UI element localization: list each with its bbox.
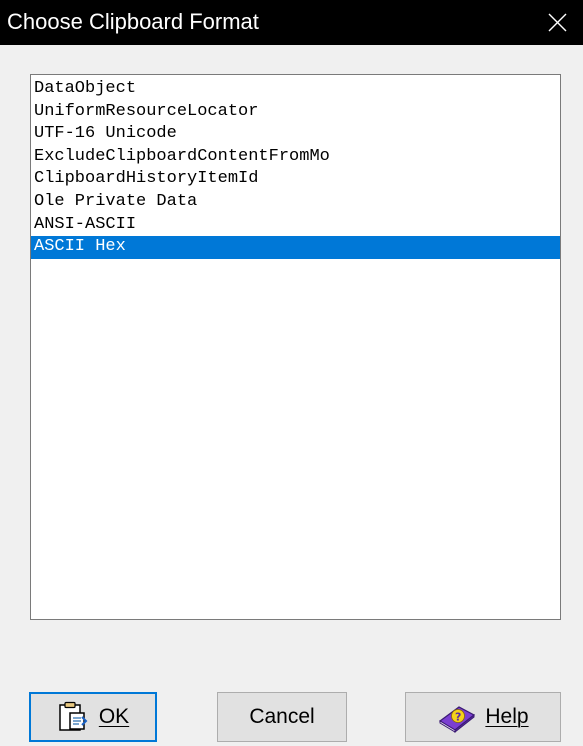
list-item-selected[interactable]: ASCII Hex bbox=[31, 236, 560, 259]
clipboard-format-dialog: Choose Clipboard Format DataObject Unifo… bbox=[0, 0, 583, 746]
help-label: Help bbox=[485, 705, 529, 728]
list-item[interactable]: UniformResourceLocator bbox=[31, 101, 560, 124]
window-title: Choose Clipboard Format bbox=[7, 9, 259, 34]
list-item[interactable]: UTF-16 Unicode bbox=[31, 123, 560, 146]
list-item[interactable]: DataObject bbox=[31, 78, 560, 101]
list-item[interactable]: Ole Private Data bbox=[31, 191, 560, 214]
list-item[interactable]: ClipboardHistoryItemId bbox=[31, 168, 560, 191]
svg-text:?: ? bbox=[455, 711, 461, 724]
format-listbox[interactable]: DataObject UniformResourceLocator UTF-16… bbox=[30, 74, 561, 620]
close-button[interactable] bbox=[531, 0, 583, 45]
list-item[interactable]: ANSI-ASCII bbox=[31, 214, 560, 237]
title-bar[interactable]: Choose Clipboard Format bbox=[0, 0, 583, 45]
ok-button[interactable]: OK bbox=[29, 692, 157, 742]
cancel-label: Cancel bbox=[249, 705, 315, 728]
list-item[interactable]: ExcludeClipboardContentFromMo bbox=[31, 146, 560, 169]
ok-label: OK bbox=[98, 705, 130, 728]
cancel-button[interactable]: Cancel bbox=[217, 692, 347, 742]
help-book-icon: ? bbox=[437, 701, 477, 734]
clipboard-paste-icon bbox=[57, 701, 91, 733]
help-button[interactable]: ? Help bbox=[405, 692, 561, 742]
close-icon bbox=[548, 13, 567, 32]
